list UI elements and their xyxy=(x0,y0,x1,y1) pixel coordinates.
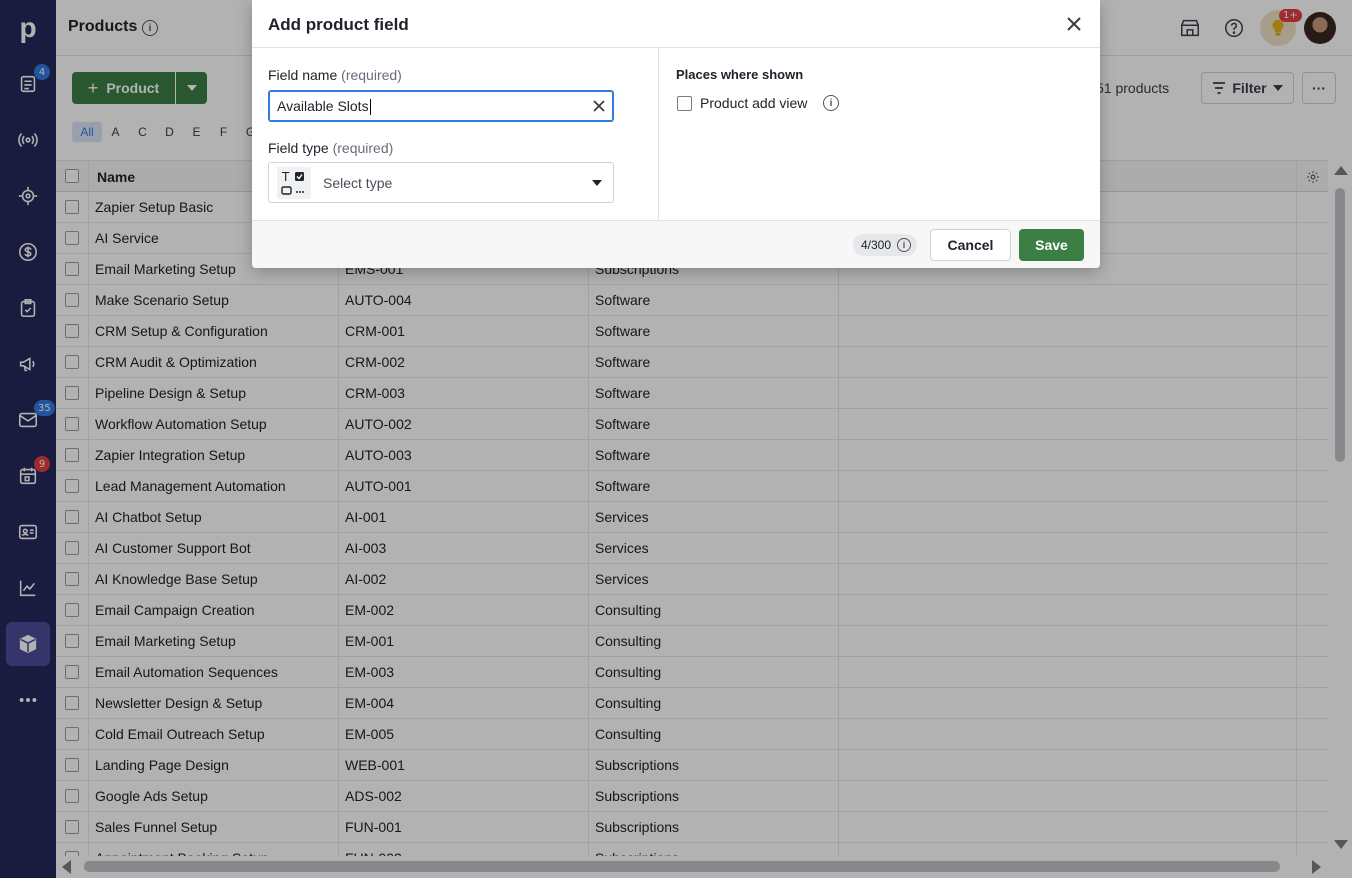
visibility-pane: Places where shown Product add view i xyxy=(660,48,1100,220)
text-caret xyxy=(369,99,371,116)
places-shown-title: Places where shown xyxy=(676,67,804,82)
field-types-icon: T xyxy=(277,167,311,199)
close-button[interactable] xyxy=(1062,12,1086,36)
svg-text:T: T xyxy=(281,170,290,184)
field-name-input[interactable]: Available Slots xyxy=(268,90,614,122)
product-add-view-label[interactable]: Product add view xyxy=(700,95,807,111)
field-type-select[interactable]: T Select type xyxy=(268,162,614,203)
save-button[interactable]: Save xyxy=(1019,229,1084,261)
clear-input-button[interactable] xyxy=(590,97,608,115)
field-type-placeholder: Select type xyxy=(323,175,393,191)
dialog-body: Field name (required) Available Slots Fi… xyxy=(252,48,1100,220)
field-settings-pane: Field name (required) Available Slots Fi… xyxy=(252,48,659,220)
field-name-value: Available Slots xyxy=(277,98,369,114)
info-icon[interactable]: i xyxy=(897,238,912,252)
field-type-label: Field type (required) xyxy=(268,140,394,156)
product-add-view-checkbox[interactable] xyxy=(677,96,692,111)
add-product-field-dialog: Add product field Field name (required) … xyxy=(252,0,1100,268)
info-icon[interactable]: i xyxy=(823,95,839,111)
clear-icon[interactable] xyxy=(593,100,605,112)
close-icon[interactable] xyxy=(1067,17,1081,31)
cancel-button[interactable]: Cancel xyxy=(930,229,1011,261)
field-name-label: Field name (required) xyxy=(268,67,402,83)
dialog-footer: 4/300 i Cancel Save xyxy=(252,220,1100,268)
chevron-down-icon xyxy=(592,180,602,186)
field-count-text: 4/300 xyxy=(861,238,892,252)
dialog-title: Add product field xyxy=(268,15,409,34)
field-count-badge: 4/300 i xyxy=(853,234,918,256)
dialog-header: Add product field xyxy=(252,0,1100,48)
